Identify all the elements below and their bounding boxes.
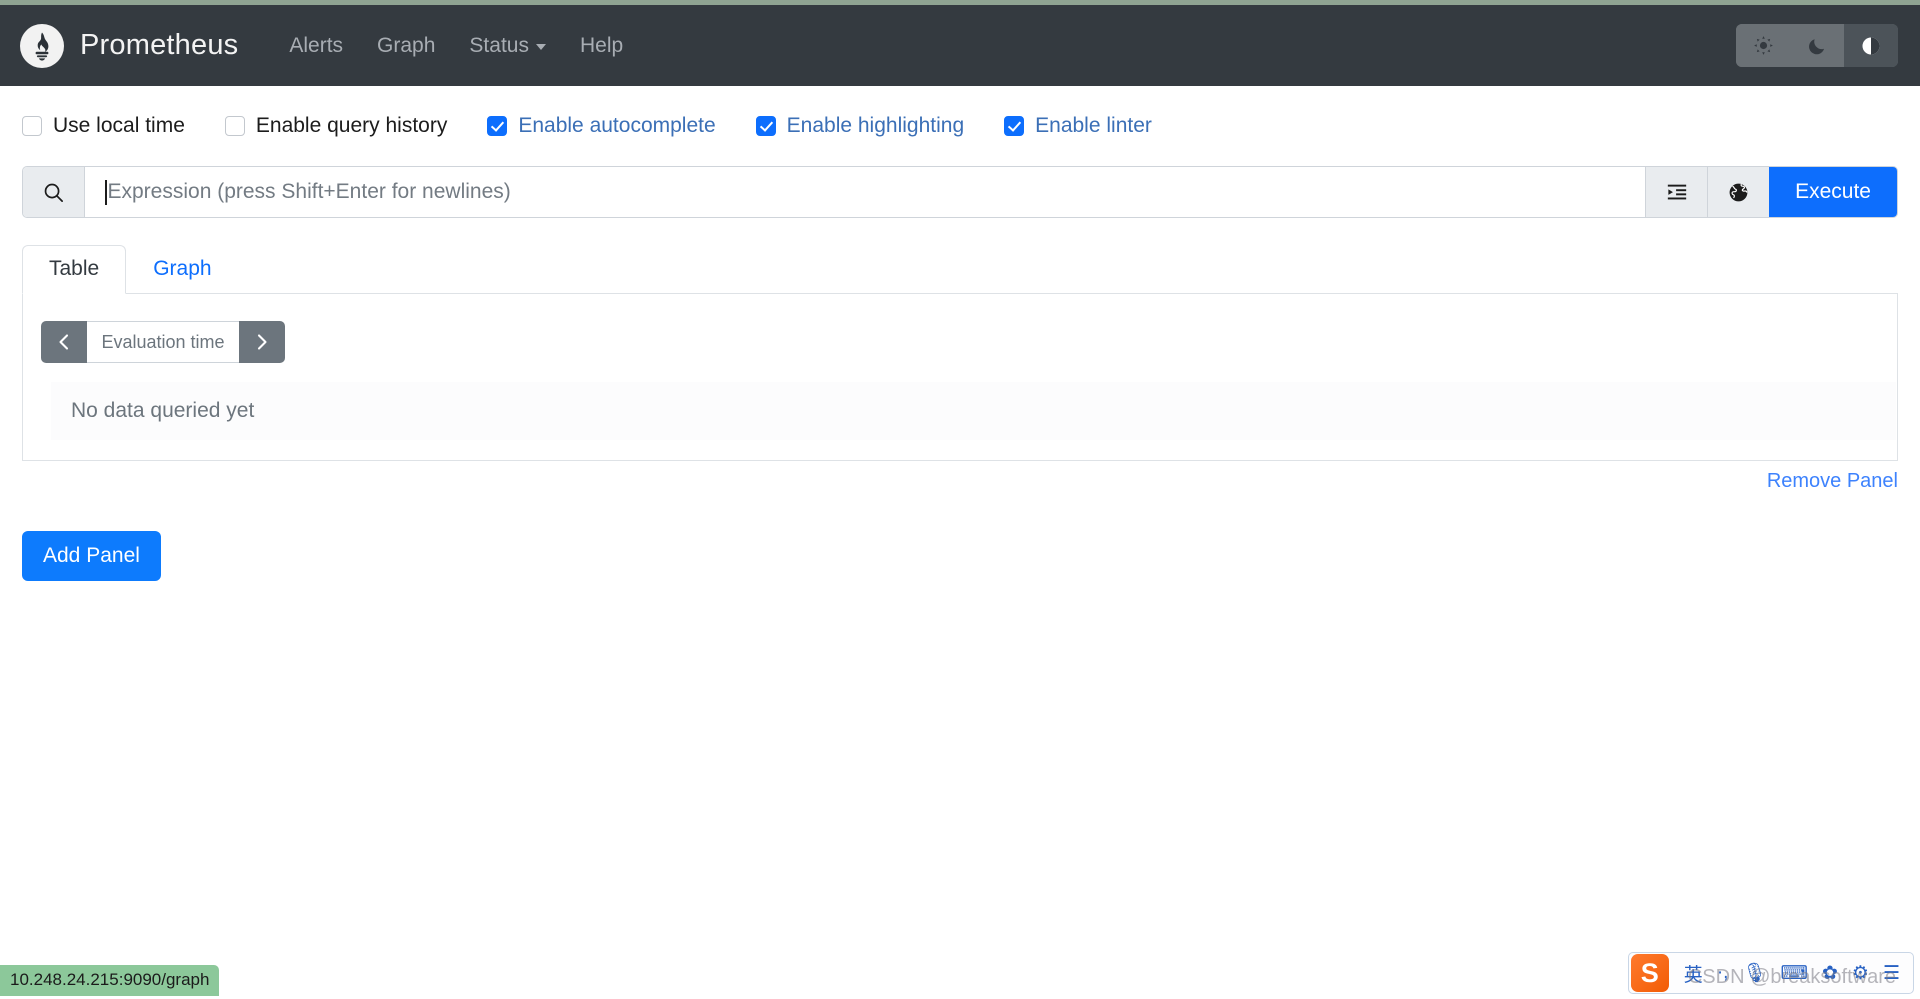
- option-enable-linter[interactable]: Enable linter: [1004, 114, 1152, 138]
- expression-input[interactable]: Expression (press Shift+Enter for newlin…: [85, 167, 1645, 217]
- tab-table[interactable]: Table: [22, 245, 127, 294]
- nav-link-alerts[interactable]: Alerts: [272, 28, 360, 64]
- table-tab-panel: Evaluation time No data queried yet: [22, 293, 1898, 461]
- nav-link-help[interactable]: Help: [563, 28, 640, 64]
- option-enable-highlighting[interactable]: Enable highlighting: [755, 114, 965, 138]
- metrics-explorer-button[interactable]: [1707, 167, 1770, 217]
- top-navbar: Prometheus Alerts Graph Status Help: [0, 5, 1920, 86]
- light-theme-button[interactable]: [1736, 24, 1790, 67]
- option-enable-autocomplete[interactable]: Enable autocomplete: [487, 114, 716, 138]
- ime-voice-input[interactable]: 🎙: [1735, 961, 1773, 985]
- nav-link-help-label: Help: [579, 33, 624, 57]
- sogou-logo-icon[interactable]: S: [1630, 954, 1669, 992]
- theme-switcher: [1736, 24, 1898, 67]
- moon-icon: [1809, 38, 1825, 54]
- ime-language-toggle[interactable]: 英: [1677, 960, 1710, 987]
- execute-button[interactable]: Execute: [1769, 167, 1897, 217]
- enable-linter-checkbox[interactable]: [1004, 116, 1025, 136]
- brand-name: Prometheus: [80, 29, 239, 61]
- brand[interactable]: Prometheus: [20, 23, 239, 68]
- text-caret: [105, 179, 107, 205]
- add-panel-button[interactable]: Add Panel: [22, 531, 161, 581]
- ime-settings-icon[interactable]: ⚙: [1845, 962, 1876, 985]
- query-options-row: Use local time Enable query history Enab…: [0, 100, 1920, 152]
- panel-tabs: Table Graph: [22, 242, 1898, 294]
- chevron-left-icon: [59, 334, 69, 350]
- no-data-message: No data queried yet: [51, 382, 1896, 440]
- enable-linter-label: Enable linter: [1035, 114, 1152, 137]
- status-bar-url: 10.248.24.215:9090/graph: [0, 965, 220, 996]
- use-local-time-checkbox[interactable]: [22, 116, 42, 136]
- nav-links: Alerts Graph Status Help: [272, 28, 640, 64]
- remove-panel-link[interactable]: Remove Panel: [0, 470, 1898, 493]
- evaluation-time-group: Evaluation time: [41, 321, 285, 363]
- ime-keyboard-icon[interactable]: ⌨: [1774, 962, 1815, 985]
- format-expression-button[interactable]: [1645, 167, 1708, 217]
- evaluation-time-next-button[interactable]: [239, 321, 285, 363]
- option-enable-query-history[interactable]: Enable query history: [224, 114, 448, 138]
- nav-link-alerts-label: Alerts: [289, 33, 344, 57]
- indent-format-icon: [1667, 184, 1686, 200]
- evaluation-time-input[interactable]: Evaluation time: [87, 321, 239, 363]
- chevron-down-icon: [535, 44, 546, 50]
- nav-link-graph[interactable]: Graph: [360, 28, 452, 64]
- half-circle-icon: [1862, 36, 1880, 55]
- dark-theme-button[interactable]: [1790, 24, 1844, 67]
- globe-icon: [1729, 183, 1748, 201]
- enable-highlighting-label: Enable highlighting: [786, 114, 965, 137]
- prometheus-torch-icon: [20, 23, 64, 68]
- enable-autocomplete-label: Enable autocomplete: [518, 114, 716, 137]
- sun-icon: [1753, 36, 1773, 55]
- auto-theme-button[interactable]: [1844, 24, 1898, 67]
- nav-link-status-label: Status: [469, 33, 529, 57]
- use-local-time-label: Use local time: [53, 114, 185, 137]
- enable-query-history-checkbox[interactable]: [224, 116, 245, 136]
- option-use-local-time[interactable]: Use local time: [22, 114, 185, 138]
- expression-bar: Expression (press Shift+Enter for newlin…: [22, 166, 1898, 218]
- expression-placeholder: Expression (press Shift+Enter for newlin…: [107, 180, 511, 203]
- search-icon: [23, 167, 85, 217]
- ime-emoji-icon[interactable]: ✿: [1815, 962, 1845, 985]
- nav-link-status[interactable]: Status: [452, 28, 563, 64]
- ime-menu-icon[interactable]: ☰: [1876, 962, 1907, 985]
- ime-punctuation-toggle[interactable]: ·,: [1710, 962, 1736, 984]
- evaluation-time-prev-button[interactable]: [41, 321, 87, 363]
- chevron-right-icon: [257, 334, 267, 350]
- enable-query-history-label: Enable query history: [255, 114, 448, 137]
- nav-link-graph-label: Graph: [377, 33, 436, 57]
- enable-highlighting-checkbox[interactable]: [755, 116, 776, 136]
- enable-autocomplete-checkbox[interactable]: [487, 116, 508, 136]
- ime-toolbar: S 英 ·, 🎙 ⌨ ✿ ⚙ ☰: [1627, 952, 1914, 994]
- tab-graph[interactable]: Graph: [126, 245, 238, 294]
